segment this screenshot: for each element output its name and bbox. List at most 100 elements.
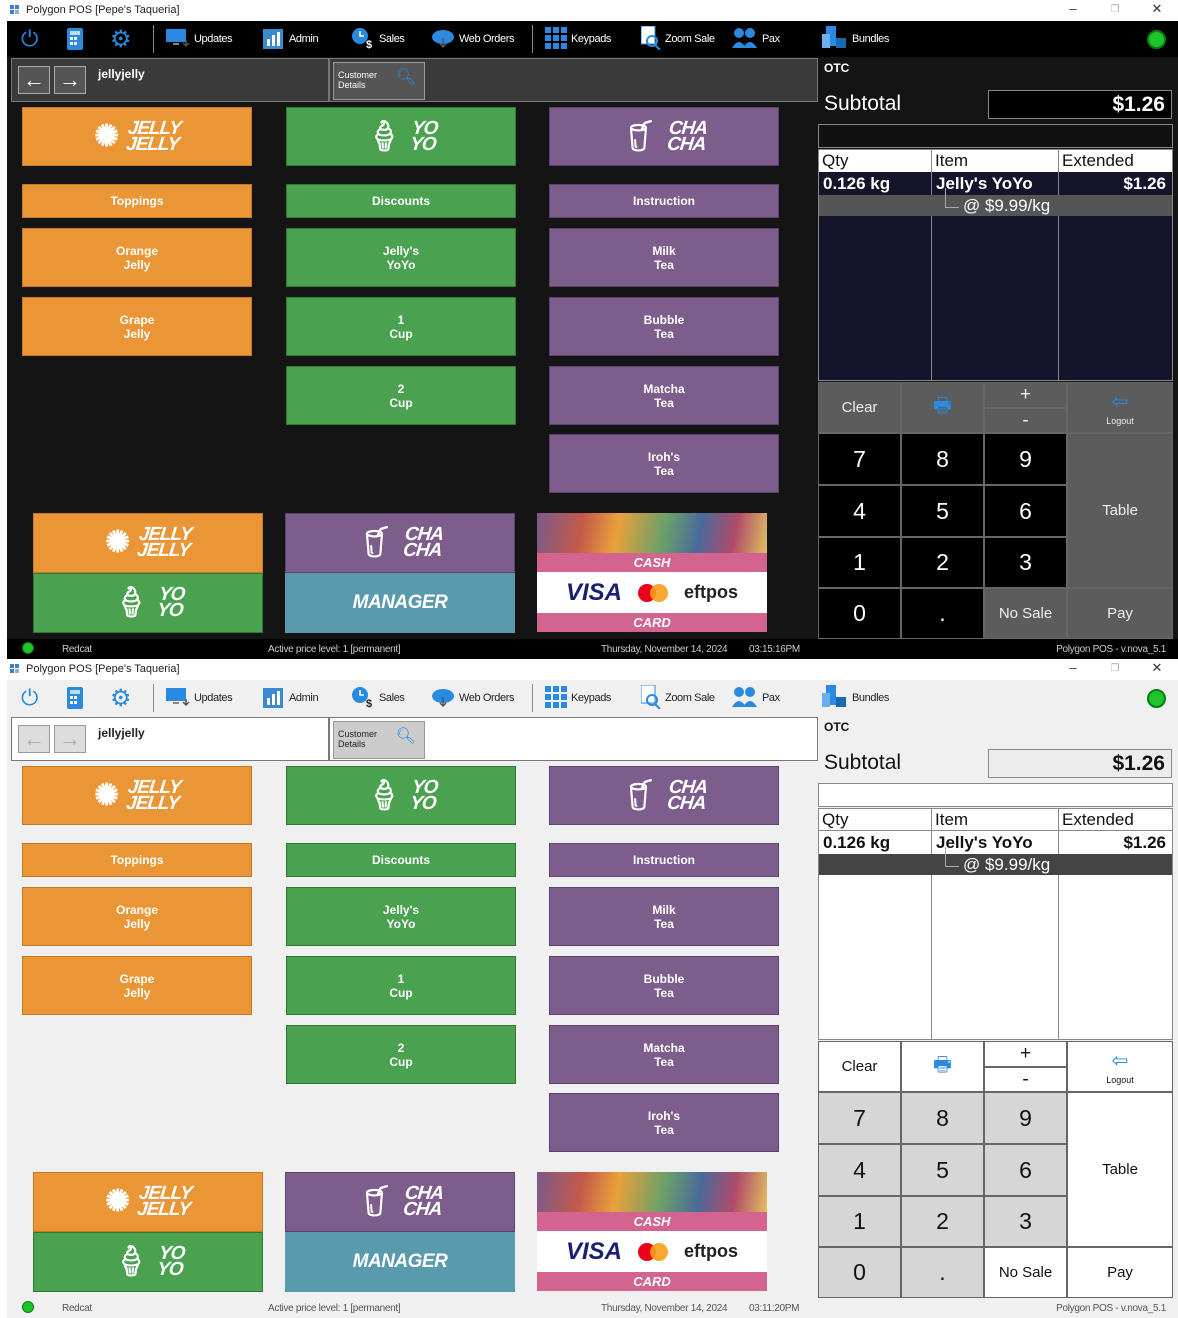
minimize-button[interactable]: – <box>1058 660 1088 675</box>
matcha-tea-button[interactable]: Matcha Tea <box>549 1025 779 1084</box>
decrease-quantity-button[interactable]: - <box>984 1067 1067 1092</box>
milk-tea-button[interactable]: Milk Tea <box>549 228 779 287</box>
card-button[interactable]: CARD <box>537 1272 767 1291</box>
bundles-button[interactable]: Bundles <box>822 680 889 716</box>
order-row-qty[interactable]: 0.126 kg <box>823 174 890 194</box>
card-logos[interactable]: VISA eftpos <box>537 572 767 613</box>
card-logos[interactable]: VISA eftpos <box>537 1231 767 1272</box>
table-button[interactable]: Table <box>1067 1092 1173 1247</box>
cash-button[interactable]: CASH <box>537 1212 767 1231</box>
logout-button[interactable]: ⇦ Logout <box>1067 382 1173 433</box>
cha-cha-keypad-button[interactable]: 🥤︎ CHA CHA <box>285 1172 515 1232</box>
digit-2-button[interactable]: 2 <box>901 1196 984 1247</box>
grape-jelly-button[interactable]: Grape Jelly <box>22 297 252 356</box>
decimal-point-button[interactable]: . <box>901 1247 984 1298</box>
one-cup-button[interactable]: 1 Cup <box>286 956 516 1015</box>
orange-jelly-button[interactable]: Orange Jelly <box>22 228 252 287</box>
zoom-sale-button[interactable]: Zoom Sale <box>640 680 715 716</box>
manager-button[interactable]: MANAGER <box>285 1232 515 1292</box>
gear-icon[interactable]: ⚙ <box>110 680 132 716</box>
calculator-icon[interactable] <box>67 680 83 716</box>
entry-field[interactable] <box>818 783 1173 807</box>
order-row-modifier[interactable]: @ $9.99/kg <box>963 855 1050 875</box>
digit-5-button[interactable]: 5 <box>901 485 984 537</box>
jelly-jelly-keypad-button[interactable]: ✺ JELLY JELLY <box>33 513 263 573</box>
order-row-modifier[interactable]: @ $9.99/kg <box>963 196 1050 216</box>
bundles-button[interactable]: Bundles <box>822 21 889 57</box>
digit-4-button[interactable]: 4 <box>818 485 901 537</box>
jellys-yoyo-button[interactable]: Jelly's YoYo <box>286 228 516 287</box>
back-arrow-icon[interactable]: ← <box>18 66 50 94</box>
sales-button[interactable]: $ Sales <box>351 21 405 57</box>
increase-quantity-button[interactable]: + <box>984 382 1067 408</box>
digit-2-button[interactable]: 2 <box>901 537 984 588</box>
back-arrow-icon[interactable]: ← <box>18 725 50 753</box>
web-orders-button[interactable]: Web Orders <box>431 680 514 716</box>
digit-3-button[interactable]: 3 <box>984 537 1067 588</box>
forward-arrow-icon[interactable]: → <box>54 725 86 753</box>
digit-8-button[interactable]: 8 <box>901 1092 984 1144</box>
gear-icon[interactable]: ⚙ <box>110 21 132 57</box>
no-sale-button[interactable]: No Sale <box>984 1247 1067 1298</box>
web-orders-button[interactable]: Web Orders <box>431 21 514 57</box>
toppings-header-button[interactable]: Toppings <box>22 843 252 877</box>
zoom-sale-button[interactable]: Zoom Sale <box>640 21 715 57</box>
discounts-header-button[interactable]: Discounts <box>286 184 516 218</box>
bubble-tea-button[interactable]: Bubble Tea <box>549 297 779 356</box>
cha-cha-keypad-button[interactable]: 🥤︎ CHA CHA <box>285 513 515 573</box>
order-row-qty[interactable]: 0.126 kg <box>823 833 890 853</box>
grape-jelly-button[interactable]: Grape Jelly <box>22 956 252 1015</box>
sales-button[interactable]: $ Sales <box>351 680 405 716</box>
calculator-icon[interactable] <box>67 21 83 57</box>
pax-button[interactable]: Pax <box>732 21 780 57</box>
digit-1-button[interactable]: 1 <box>818 1196 901 1247</box>
jelly-jelly-keypad-button[interactable]: ✺ JELLY JELLY <box>33 1172 263 1232</box>
yoyo-keypad-button[interactable]: 🍦︎ YO YO <box>33 573 263 633</box>
yoyo-category-button[interactable]: 🍦︎ YO YO <box>286 766 516 825</box>
forward-arrow-icon[interactable]: → <box>54 66 86 94</box>
no-sale-button[interactable]: No Sale <box>984 588 1067 639</box>
digit-1-button[interactable]: 1 <box>818 537 901 588</box>
cash-button[interactable]: CASH <box>537 553 767 572</box>
digit-8-button[interactable]: 8 <box>901 433 984 485</box>
updates-button[interactable]: Updates <box>166 680 233 716</box>
admin-button[interactable]: Admin <box>263 21 319 57</box>
digit-5-button[interactable]: 5 <box>901 1144 984 1196</box>
cha-cha-category-button[interactable]: 🥤︎ CHA CHA <box>549 107 779 166</box>
print-receipt-icon[interactable]: 🖶︎ <box>901 382 984 433</box>
keypads-button[interactable]: Keypads <box>545 21 611 57</box>
digit-9-button[interactable]: 9 <box>984 1092 1067 1144</box>
close-button[interactable]: ✕ <box>1142 1 1172 17</box>
two-cup-button[interactable]: 2 Cup <box>286 1025 516 1084</box>
increase-quantity-button[interactable]: + <box>984 1041 1067 1067</box>
bubble-tea-button[interactable]: Bubble Tea <box>549 956 779 1015</box>
cash-banknotes-image[interactable] <box>537 1172 767 1212</box>
one-cup-button[interactable]: 1 Cup <box>286 297 516 356</box>
digit-6-button[interactable]: 6 <box>984 485 1067 537</box>
power-icon[interactable]: ⏻ <box>21 680 38 716</box>
jelly-jelly-category-button[interactable]: ✺ JELLY JELLY <box>22 107 252 166</box>
toppings-header-button[interactable]: Toppings <box>22 184 252 218</box>
digit-0-button[interactable]: 0 <box>818 1247 901 1298</box>
logout-button[interactable]: ⇦ Logout <box>1067 1041 1173 1092</box>
two-cup-button[interactable]: 2 Cup <box>286 366 516 425</box>
digit-3-button[interactable]: 3 <box>984 1196 1067 1247</box>
jellys-yoyo-button[interactable]: Jelly's YoYo <box>286 887 516 946</box>
card-button[interactable]: CARD <box>537 613 767 632</box>
keypads-button[interactable]: Keypads <box>545 680 611 716</box>
instruction-header-button[interactable]: Instruction <box>549 184 779 218</box>
jelly-jelly-category-button[interactable]: ✺ JELLY JELLY <box>22 766 252 825</box>
order-row-extended[interactable]: $1.26 <box>1123 833 1166 853</box>
minimize-button[interactable]: – <box>1058 1 1088 16</box>
customer-details-button[interactable]: Customer Details 🔍︎ <box>333 62 425 100</box>
pax-button[interactable]: Pax <box>732 680 780 716</box>
orange-jelly-button[interactable]: Orange Jelly <box>22 887 252 946</box>
manager-button[interactable]: MANAGER <box>285 573 515 633</box>
pay-button[interactable]: Pay <box>1067 1247 1173 1298</box>
cha-cha-category-button[interactable]: 🥤︎ CHA CHA <box>549 766 779 825</box>
digit-0-button[interactable]: 0 <box>818 588 901 639</box>
entry-field[interactable] <box>818 124 1173 148</box>
clear-button[interactable]: Clear <box>818 382 901 433</box>
decimal-point-button[interactable]: . <box>901 588 984 639</box>
cash-banknotes-image[interactable] <box>537 513 767 553</box>
